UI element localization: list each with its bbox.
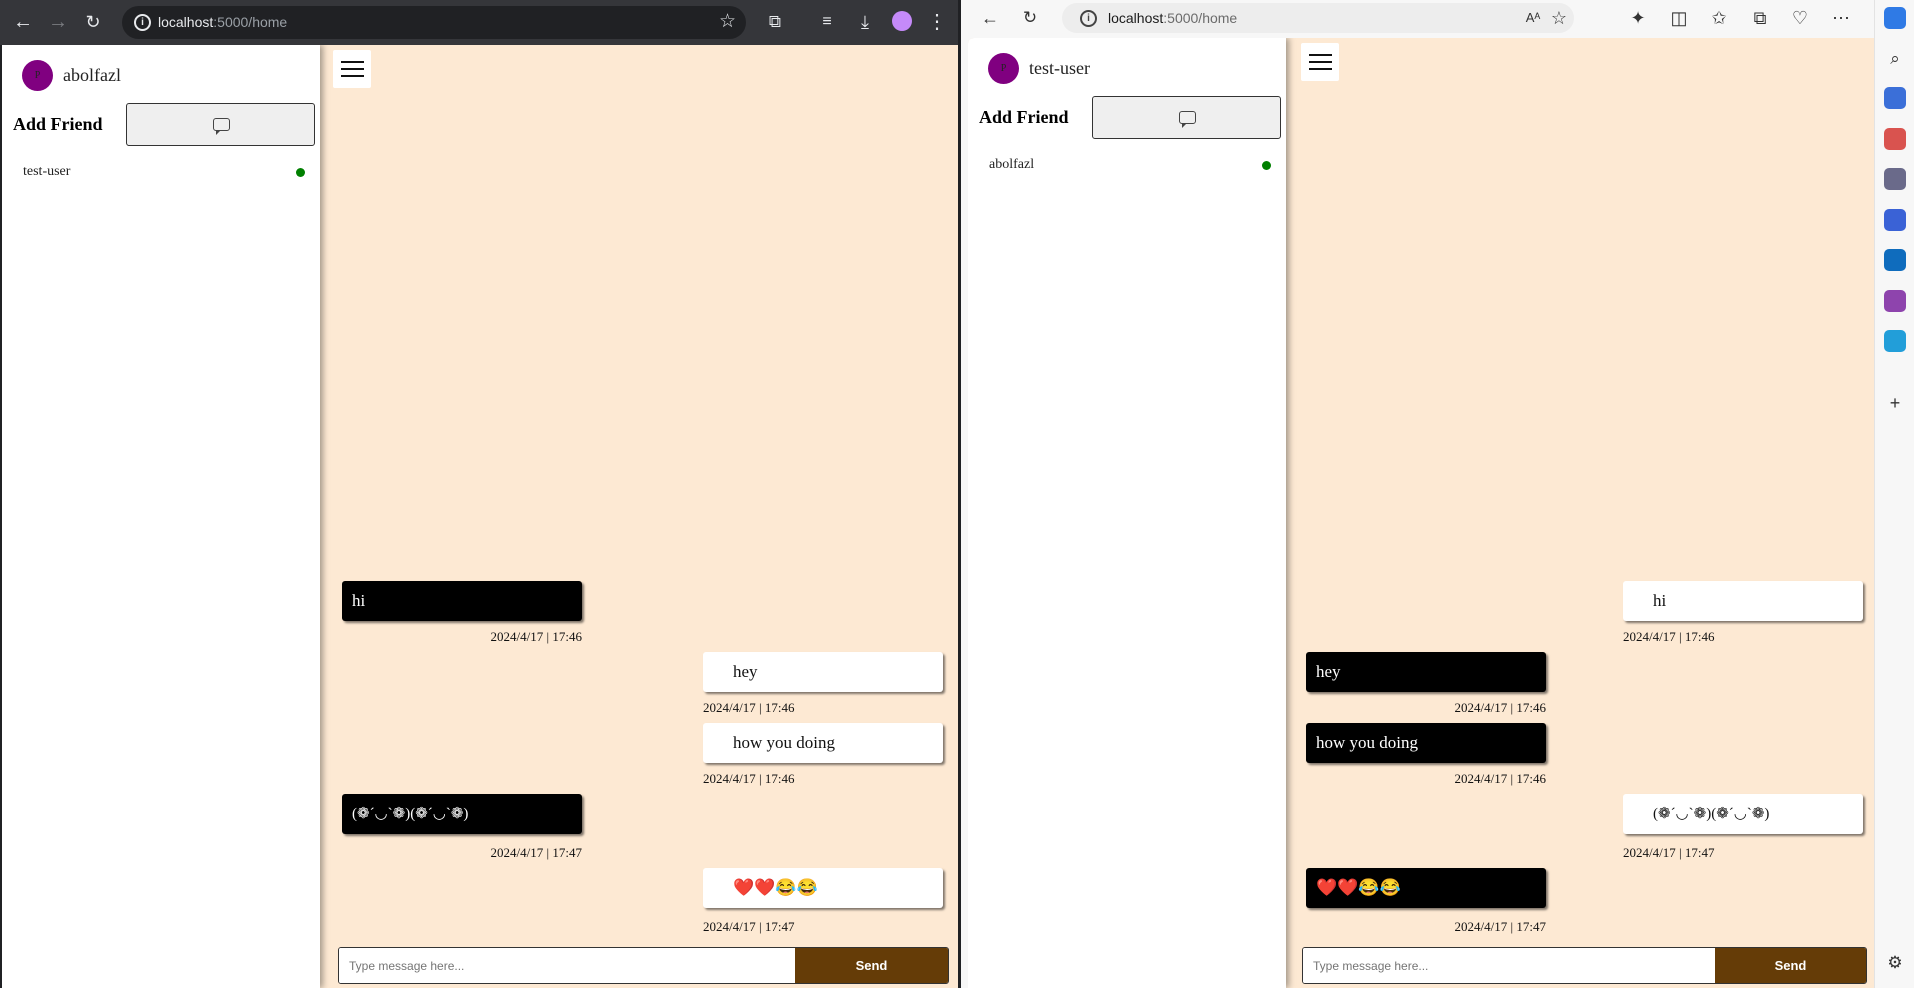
back-arrow-icon[interactable]: ←: [977, 5, 1003, 31]
message-composer: Send: [338, 947, 949, 984]
current-username: abolfazl: [63, 65, 121, 85]
add-friend-button[interactable]: [1092, 96, 1281, 139]
shopping-tag-icon[interactable]: [1884, 87, 1906, 109]
site-info-icon[interactable]: i: [134, 14, 151, 31]
split-screen-icon[interactable]: ◫: [1666, 5, 1692, 31]
telegram-icon[interactable]: [1884, 330, 1906, 352]
send-button[interactable]: Send: [1715, 948, 1866, 983]
message-bubble: hi: [1623, 581, 1863, 621]
url-text: localhost:5000/home: [158, 14, 288, 30]
message-bubble: hey: [1306, 652, 1546, 692]
collections-icon[interactable]: ⧉: [1747, 5, 1773, 31]
message-timestamp: 2024/4/17 | 17:46: [1623, 629, 1715, 644]
copilot-icon[interactable]: [1884, 7, 1906, 29]
current-username: test-user: [1029, 58, 1090, 78]
settings-gear-icon[interactable]: ⚙: [1882, 950, 1908, 976]
downloads-icon[interactable]: ⤓: [852, 9, 878, 35]
sidebar: P test-user Add Friend abolfazl: [968, 38, 1286, 988]
send-button[interactable]: Send: [795, 948, 948, 983]
search-icon[interactable]: ⌕: [1882, 46, 1908, 72]
user-header: P test-user: [988, 53, 1090, 84]
friend-item[interactable]: abolfazl: [989, 157, 1271, 173]
forward-arrow-icon[interactable]: →: [45, 9, 71, 35]
message-input[interactable]: [1303, 948, 1717, 983]
message-timestamp: 2024/4/17 | 17:46: [1454, 771, 1546, 786]
menu-kebab-icon[interactable]: ⋮: [924, 9, 950, 35]
read-aloud-icon[interactable]: Aᴬ: [1520, 5, 1546, 31]
add-app-icon[interactable]: +: [1882, 390, 1908, 416]
chat-app: P abolfazl Add Friend test-user hi 2024/…: [2, 45, 958, 988]
chat-bubble-icon: [213, 118, 230, 135]
message-bubble: ❤️❤️😂😂: [703, 868, 943, 908]
sidebar: P abolfazl Add Friend test-user: [2, 45, 320, 988]
message-timestamp: 2024/4/17 | 17:46: [1454, 700, 1546, 715]
message-timestamp: 2024/4/17 | 17:47: [490, 845, 582, 860]
tools-icon[interactable]: [1884, 128, 1906, 150]
message-bubble: how you doing: [1306, 723, 1546, 763]
browser-essentials-icon[interactable]: ♡: [1787, 5, 1813, 31]
message-timestamp: 2024/4/17 | 17:47: [1454, 919, 1546, 934]
hamburger-menu-button[interactable]: [1301, 43, 1339, 81]
online-status-dot: [1262, 161, 1271, 170]
bookmark-star-icon[interactable]: ☆: [719, 10, 736, 33]
menu-dots-icon[interactable]: ⋯: [1828, 5, 1854, 31]
edge-window: ← ↻ i localhost:5000/home Aᴬ ☆ ✦ ◫ ✩ ⧉ ♡…: [961, 0, 1914, 988]
message-bubble: ❤️❤️😂😂: [1306, 868, 1546, 908]
microsoft-365-icon[interactable]: [1884, 209, 1906, 231]
hamburger-menu-button[interactable]: [333, 50, 371, 88]
add-friend-label: Add Friend: [979, 107, 1069, 127]
favorites-icon[interactable]: ✩: [1706, 5, 1732, 31]
extensions-icon[interactable]: ✦: [1625, 5, 1651, 31]
add-friend-label: Add Friend: [13, 114, 103, 134]
chat-bubble-icon: [1179, 111, 1196, 128]
message-timestamp: 2024/4/17 | 17:46: [490, 629, 582, 644]
add-friend-button[interactable]: [126, 103, 315, 146]
avatar[interactable]: P: [988, 53, 1019, 84]
edge-sidebar: ⌕ + ⚙: [1874, 0, 1914, 988]
chrome-toolbar: ← → ↻ i localhost:5000/home ☆ ⧉ ≡ ⤓ ⋮: [0, 0, 958, 45]
user-header: P abolfazl: [22, 60, 121, 91]
friend-item[interactable]: test-user: [23, 164, 305, 180]
avatar[interactable]: P: [22, 60, 53, 91]
outlook-icon[interactable]: [1884, 249, 1906, 271]
message-timestamp: 2024/4/17 | 17:46: [703, 700, 795, 715]
friend-name: test-user: [23, 164, 71, 179]
site-info-icon[interactable]: i: [1080, 10, 1097, 27]
message-bubble: (❁´◡`❁)(❁´◡`❁): [342, 794, 582, 834]
message-bubble: hi: [342, 581, 582, 621]
profile-avatar[interactable]: [892, 11, 912, 31]
message-bubble: (❁´◡`❁)(❁´◡`❁): [1623, 794, 1863, 834]
back-arrow-icon[interactable]: ←: [10, 9, 36, 35]
reload-icon[interactable]: ↻: [80, 9, 106, 35]
media-control-icon[interactable]: ≡: [814, 9, 840, 35]
message-bubble: how you doing: [703, 723, 943, 763]
address-bar[interactable]: i localhost:5000/home Aᴬ ☆: [1062, 3, 1574, 33]
message-input[interactable]: [339, 948, 797, 983]
message-timestamp: 2024/4/17 | 17:47: [1623, 845, 1715, 860]
message-timestamp: 2024/4/17 | 17:47: [703, 919, 795, 934]
url-text: localhost:5000/home: [1108, 10, 1238, 26]
message-bubble: hey: [703, 652, 943, 692]
message-timestamp: 2024/4/17 | 17:46: [703, 771, 795, 786]
chat-app: P test-user Add Friend abolfazl hi 2024/…: [968, 38, 1874, 988]
favorite-star-icon[interactable]: ☆: [1546, 5, 1572, 31]
message-composer: Send: [1302, 947, 1867, 984]
games-icon[interactable]: [1884, 168, 1906, 190]
designer-icon[interactable]: [1884, 290, 1906, 312]
extensions-icon[interactable]: ⧉: [762, 9, 788, 35]
online-status-dot: [296, 168, 305, 177]
edge-toolbar: ← ↻ i localhost:5000/home Aᴬ ☆ ✦ ◫ ✩ ⧉ ♡…: [961, 0, 1914, 36]
address-bar[interactable]: i localhost:5000/home ☆: [122, 6, 746, 39]
reload-icon[interactable]: ↻: [1017, 5, 1043, 31]
friend-name: abolfazl: [989, 157, 1035, 172]
chrome-window: ← → ↻ i localhost:5000/home ☆ ⧉ ≡ ⤓ ⋮ P …: [0, 0, 958, 988]
